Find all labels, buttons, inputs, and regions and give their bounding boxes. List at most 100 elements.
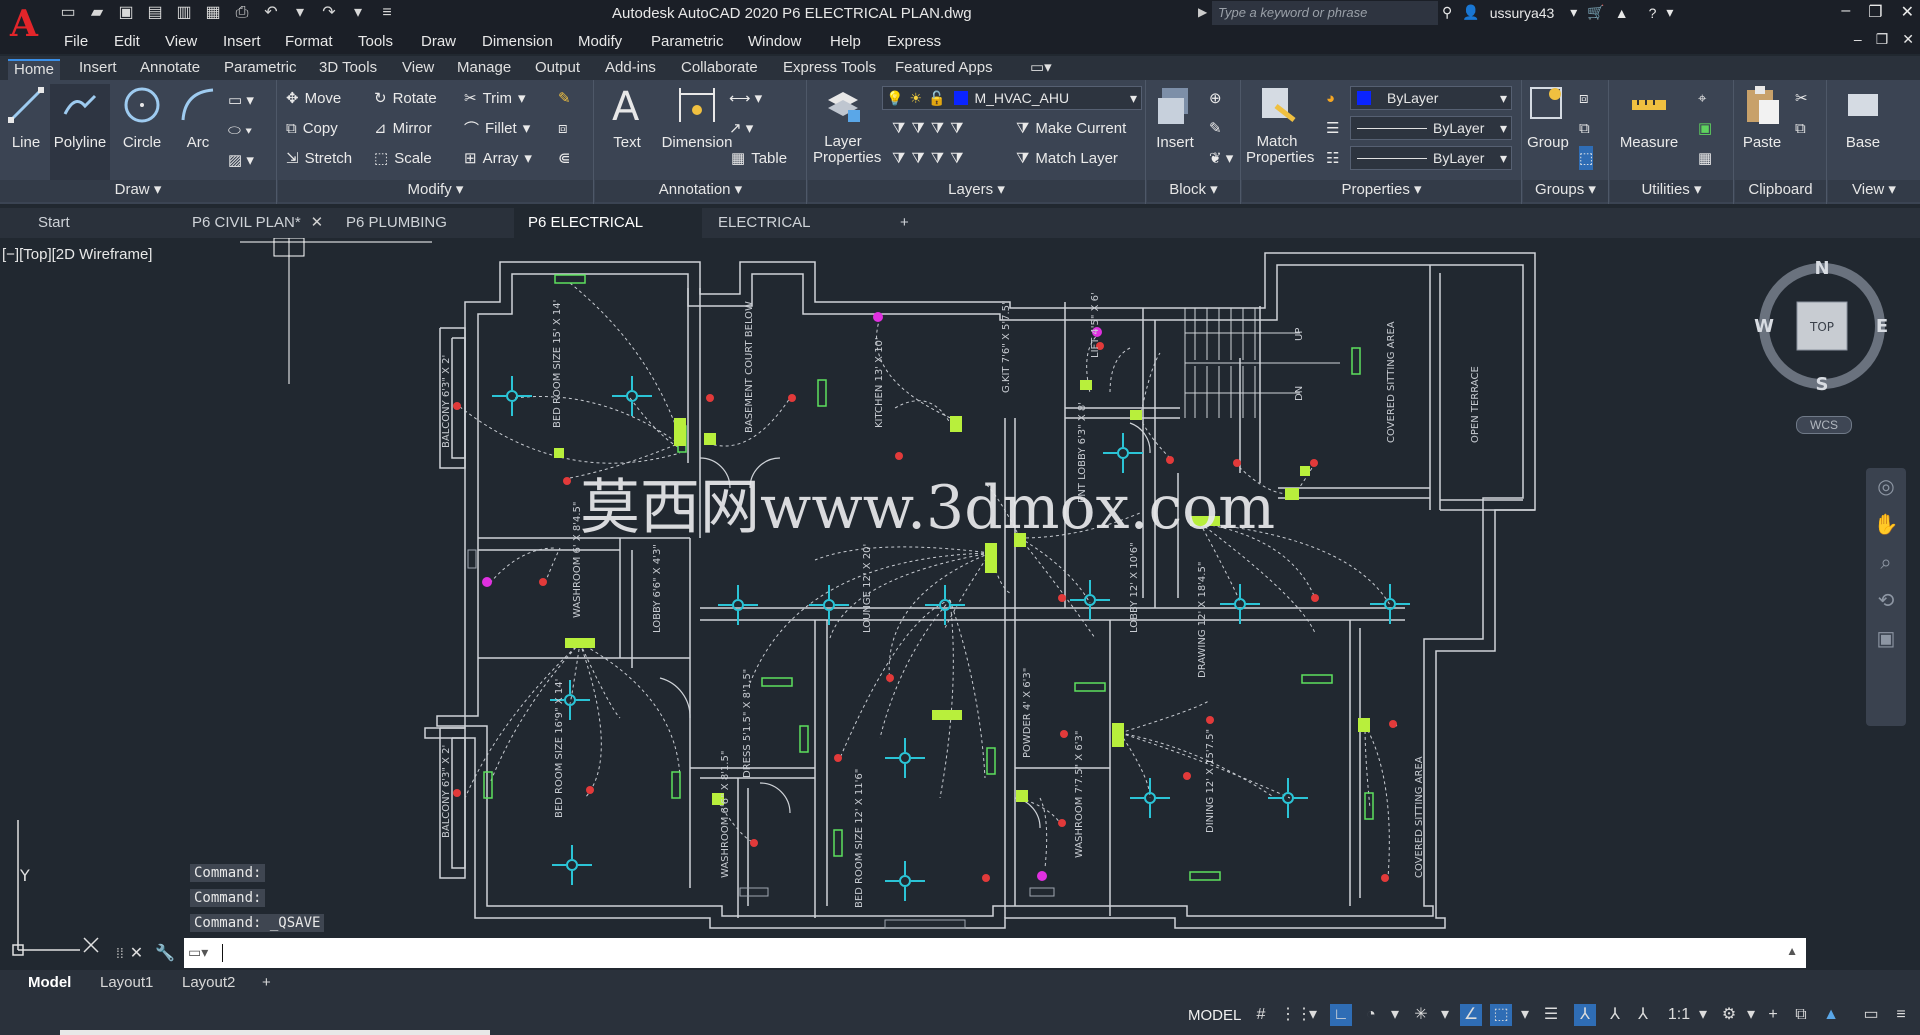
chevron-down-icon[interactable]: ▾	[1514, 1004, 1536, 1026]
object-snap-icon[interactable]: ⬚	[1490, 1004, 1512, 1026]
linetype-dropdown[interactable]: ByLayer ▾	[1350, 146, 1512, 170]
isolate-objects-icon[interactable]: ⧉	[1790, 1004, 1812, 1026]
menu-parametric[interactable]: Parametric	[651, 33, 724, 50]
chevron-down-icon[interactable]: ▾	[1692, 1004, 1714, 1026]
circle-button[interactable]: Circle	[118, 84, 166, 151]
isodraft-icon[interactable]: ✳	[1410, 1004, 1432, 1026]
tab-view[interactable]: View	[396, 59, 440, 81]
group-edit-button[interactable]: ⧉	[1579, 116, 1590, 140]
customize-qat-icon[interactable]: ≡	[377, 3, 397, 23]
rectangle-button[interactable]: ▭ ▾	[228, 88, 254, 112]
clipboard-panel-label[interactable]: Clipboard	[1735, 180, 1826, 202]
chevron-down-icon[interactable]: ▾	[1434, 1004, 1456, 1026]
tab-parametric[interactable]: Parametric	[218, 59, 303, 81]
restore-icon[interactable]: ❐	[1868, 2, 1882, 22]
draw-panel-label[interactable]: Draw ▾	[0, 180, 276, 202]
command-input[interactable]: ▭▾ ▲	[184, 938, 1806, 968]
model-space-toggle[interactable]: MODEL	[1188, 1007, 1241, 1024]
modify-panel-label[interactable]: Modify ▾	[278, 180, 593, 202]
auto-scale-icon[interactable]: ⅄	[1604, 1004, 1626, 1026]
close-icon[interactable]: ✕	[1902, 31, 1914, 48]
properties-panel-label[interactable]: Properties ▾	[1242, 180, 1521, 202]
lineweight-icon-button[interactable]: ☰	[1326, 116, 1339, 140]
autodesk-app-icon[interactable]: ▲	[1615, 5, 1629, 21]
clean-screen-icon[interactable]: ▭	[1860, 1004, 1882, 1026]
tab-model[interactable]: Model	[28, 974, 71, 991]
chevron-down-icon[interactable]: ▾	[1384, 1004, 1406, 1026]
redo-icon[interactable]: ↷	[319, 3, 339, 23]
command-history-toggle-icon[interactable]: ▲	[1786, 944, 1798, 958]
minimize-icon[interactable]: –	[1854, 31, 1862, 48]
layer-on-icon[interactable]: ⧩	[892, 150, 905, 167]
tab-express-tools[interactable]: Express Tools	[777, 59, 882, 81]
tab-featured-apps[interactable]: Featured Apps	[889, 59, 999, 81]
wcs-menu[interactable]: WCS	[1796, 416, 1852, 434]
close-icon[interactable]: ✕	[130, 943, 143, 963]
layer-thaw-icon[interactable]: ⧩	[931, 150, 944, 167]
command-prompt-icon[interactable]: ▭▾	[188, 944, 208, 961]
customize-wrench-icon[interactable]: 🔧	[155, 943, 175, 963]
color-dropdown[interactable]: ByLayer ▾	[1350, 86, 1512, 110]
ortho-icon[interactable]: ∟	[1330, 1004, 1352, 1026]
menu-file[interactable]: File	[64, 33, 88, 50]
chevron-down-icon[interactable]: ▾	[523, 119, 531, 137]
menu-window[interactable]: Window	[748, 33, 801, 50]
dropdown-arrow-icon[interactable]: ▾	[290, 3, 310, 23]
paste-button[interactable]: Paste	[1737, 84, 1787, 151]
menu-tools[interactable]: Tools	[358, 33, 393, 50]
steering-wheel-icon[interactable]: ◎	[1866, 468, 1906, 506]
stretch-button[interactable]: ⇲ Stretch	[286, 146, 352, 170]
restore-icon[interactable]: ❐	[1876, 31, 1889, 48]
tab-annotate[interactable]: Annotate	[134, 59, 206, 81]
utilities-panel-label[interactable]: Utilities ▾	[1610, 180, 1733, 202]
color-wheel-button[interactable]: ◕	[1326, 86, 1335, 110]
tab-home[interactable]: Home	[8, 59, 61, 81]
tab-civil-plan[interactable]: P6 CIVIL PLAN* ✕	[178, 208, 328, 238]
layer-freeze-icon[interactable]: ⧩	[931, 120, 944, 137]
annotation-panel-label[interactable]: Annotation ▾	[595, 180, 806, 202]
compass-east[interactable]: E	[1876, 316, 1888, 337]
group-button[interactable]: Group	[1523, 84, 1573, 151]
snap-icon[interactable]: ⋮⋮	[1280, 1004, 1312, 1026]
insert-block-button[interactable]: Insert	[1147, 84, 1203, 151]
new-tab-button[interactable]: +	[886, 208, 926, 238]
move-button[interactable]: ✥ Move	[286, 86, 341, 110]
make-current-button[interactable]: ⧩ Make Current	[1016, 116, 1126, 140]
menu-format[interactable]: Format	[285, 33, 333, 50]
pan-hand-icon[interactable]: ✋	[1866, 506, 1906, 544]
layers-panel-label[interactable]: Layers ▾	[808, 180, 1145, 202]
chevron-down-icon[interactable]: ▾	[1302, 1004, 1324, 1026]
username[interactable]: ussurya43	[1490, 5, 1555, 21]
plus-icon[interactable]: +	[1762, 1004, 1784, 1026]
horizontal-scrollbar[interactable]	[60, 1030, 490, 1035]
quick-select-button[interactable]: ▣	[1698, 116, 1712, 140]
add-layout-plus-icon[interactable]: +	[262, 974, 271, 991]
layer-properties-button[interactable]: Layer Properties	[808, 84, 881, 166]
annotation-scale-value[interactable]: 1:1	[1664, 1004, 1694, 1026]
copy-clip-button[interactable]: ⧉	[1795, 116, 1806, 140]
drawing-canvas[interactable]: [−][Top][2D Wireframe] BALCONY 6'3" X 2'…	[0, 238, 1920, 966]
save-icon[interactable]: ▣	[116, 3, 136, 23]
chevron-down-icon[interactable]: ▾	[524, 149, 532, 167]
viewcube[interactable]: TOP N S E W	[1754, 258, 1888, 395]
print-icon[interactable]: ⎙	[232, 3, 252, 23]
layer-dropdown[interactable]: 💡 ☀ 🔓 M_HVAC_AHU ▾	[882, 86, 1142, 110]
cut-button[interactable]: ✂	[1795, 86, 1808, 110]
compass-west[interactable]: W	[1754, 316, 1774, 337]
group-selection-button[interactable]: ⬚	[1579, 146, 1594, 170]
compass-north[interactable]: N	[1814, 258, 1829, 279]
chevron-down-icon[interactable]: ▾	[1666, 4, 1673, 21]
compass-south[interactable]: S	[1816, 374, 1829, 395]
annotation-scale-icon[interactable]: ⅄	[1632, 1004, 1654, 1026]
export-icon[interactable]: ▦	[203, 3, 223, 23]
layer-unisolate-icon[interactable]: ⧩	[911, 150, 924, 167]
menu-modify[interactable]: Modify	[578, 33, 622, 50]
object-snap-tracking-icon[interactable]: ∠	[1460, 1004, 1482, 1026]
annotation-visibility-icon[interactable]: ⅄	[1574, 1004, 1596, 1026]
erase-button[interactable]: ✎	[558, 86, 571, 110]
chevron-down-icon[interactable]: ▾	[1570, 4, 1577, 21]
block-panel-label[interactable]: Block ▾	[1147, 180, 1240, 202]
chevron-down-icon[interactable]: ▾	[518, 89, 526, 107]
tab-manage[interactable]: Manage	[451, 59, 517, 81]
fillet-button[interactable]: ⌒ Fillet ▾	[464, 116, 530, 140]
